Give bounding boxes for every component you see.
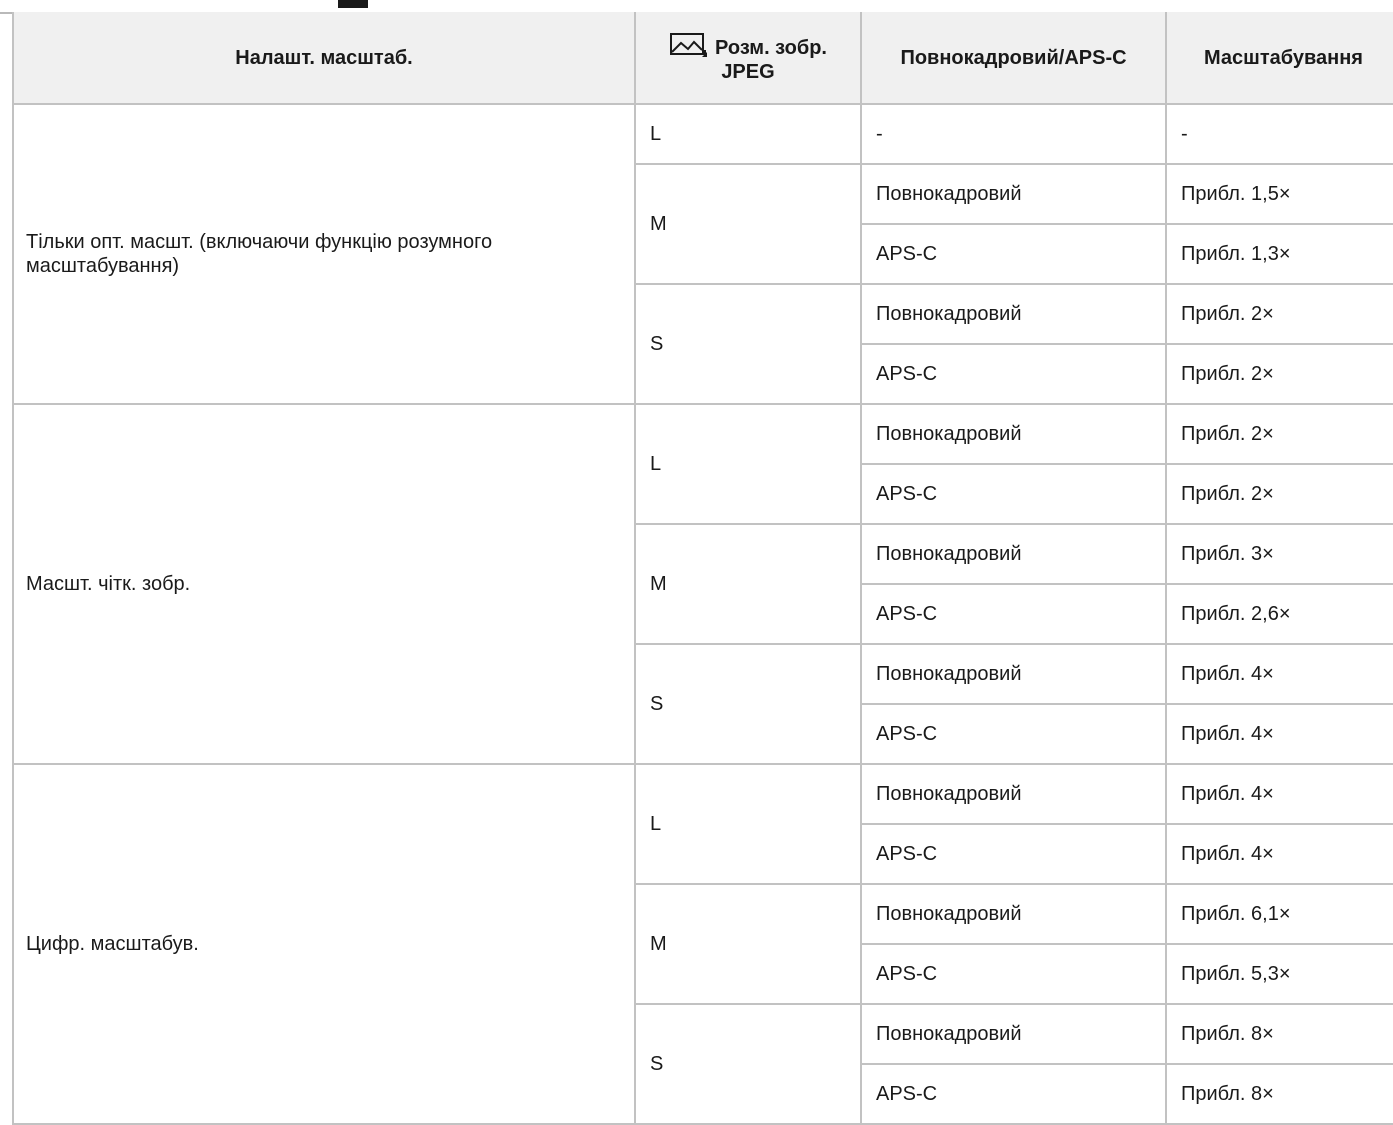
zoom-cell: Прибл. 2× [1165, 403, 1393, 465]
zoom-cell: Прибл. 5,3× [1165, 943, 1393, 1005]
table-header-row: Налашт. масштаб. Розм. зобр. JPEG Повнок… [12, 12, 1393, 105]
zoom-cell: Прибл. 1,5× [1165, 163, 1393, 225]
header-size-line1: Розм. зобр. [715, 36, 827, 59]
frame-cell: APS-C [860, 943, 1167, 1005]
zoom-cell: Прибл. 8× [1165, 1063, 1393, 1125]
header-size-line2: JPEG [721, 60, 775, 83]
top-tab-mark [338, 0, 368, 8]
frame-cell: - [860, 103, 1167, 165]
header-frame: Повнокадровий/APS-C [860, 12, 1167, 105]
table-row: Тільки опт. масшт. (включаючи функцію ро… [12, 103, 1393, 405]
image-size-icon [669, 32, 709, 58]
frame-cell: Повнокадровий [860, 403, 1167, 465]
frame-cell: APS-C [860, 463, 1167, 525]
zoom-cell: Прибл. 4× [1165, 703, 1393, 765]
size-cell: L [634, 103, 862, 165]
frame-cell: APS-C [860, 343, 1167, 405]
zoom-cell: Прибл. 6,1× [1165, 883, 1393, 945]
zoom-cell: Прибл. 2× [1165, 343, 1393, 405]
frame-cell: Повнокадровий [860, 883, 1167, 945]
frame-cell: Повнокадровий [860, 763, 1167, 825]
frame-cell: Повнокадровий [860, 523, 1167, 585]
frame-cell: APS-C [860, 583, 1167, 645]
header-image-size: Розм. зобр. JPEG [634, 12, 862, 105]
size-cell: S [634, 1003, 862, 1125]
zoom-cell: - [1165, 103, 1393, 165]
frame-cell: APS-C [860, 223, 1167, 285]
zoom-cell: Прибл. 1,3× [1165, 223, 1393, 285]
size-cell: M [634, 523, 862, 645]
setting-cell: Цифр. масштабув. [12, 763, 636, 1125]
table-body: Тільки опт. масшт. (включаючи функцію ро… [12, 103, 1393, 1125]
zoom-cell: Прибл. 3× [1165, 523, 1393, 585]
size-cell: L [634, 403, 862, 525]
table-row: Цифр. масштабув. L Повнокадровий Прибл. … [12, 763, 1393, 1125]
frame-cell: APS-C [860, 823, 1167, 885]
setting-cell: Тільки опт. масшт. (включаючи функцію ро… [12, 103, 636, 405]
setting-cell: Масшт. чітк. зобр. [12, 403, 636, 765]
frame-cell: Повнокадровий [860, 1003, 1167, 1065]
size-cell: L [634, 763, 862, 885]
frame-cell: Повнокадровий [860, 643, 1167, 705]
zoom-table: Налашт. масштаб. Розм. зобр. JPEG Повнок… [12, 12, 1393, 1125]
size-cell: S [634, 283, 862, 405]
header-setting: Налашт. масштаб. [12, 12, 636, 105]
zoom-cell: Прибл. 2× [1165, 463, 1393, 525]
table-row: Масшт. чітк. зобр. L Повнокадровий Прибл… [12, 403, 1393, 765]
frame-cell: Повнокадровий [860, 283, 1167, 345]
zoom-cell: Прибл. 4× [1165, 763, 1393, 825]
zoom-cell: Прибл. 4× [1165, 823, 1393, 885]
zoom-cell: Прибл. 8× [1165, 1003, 1393, 1065]
header-zoom: Масштабування [1165, 12, 1393, 105]
frame-cell: Повнокадровий [860, 163, 1167, 225]
zoom-cell: Прибл. 4× [1165, 643, 1393, 705]
size-cell: M [634, 883, 862, 1005]
size-cell: S [634, 643, 862, 765]
frame-cell: APS-C [860, 1063, 1167, 1125]
zoom-cell: Прибл. 2,6× [1165, 583, 1393, 645]
size-cell: M [634, 163, 862, 285]
frame-cell: APS-C [860, 703, 1167, 765]
zoom-cell: Прибл. 2× [1165, 283, 1393, 345]
